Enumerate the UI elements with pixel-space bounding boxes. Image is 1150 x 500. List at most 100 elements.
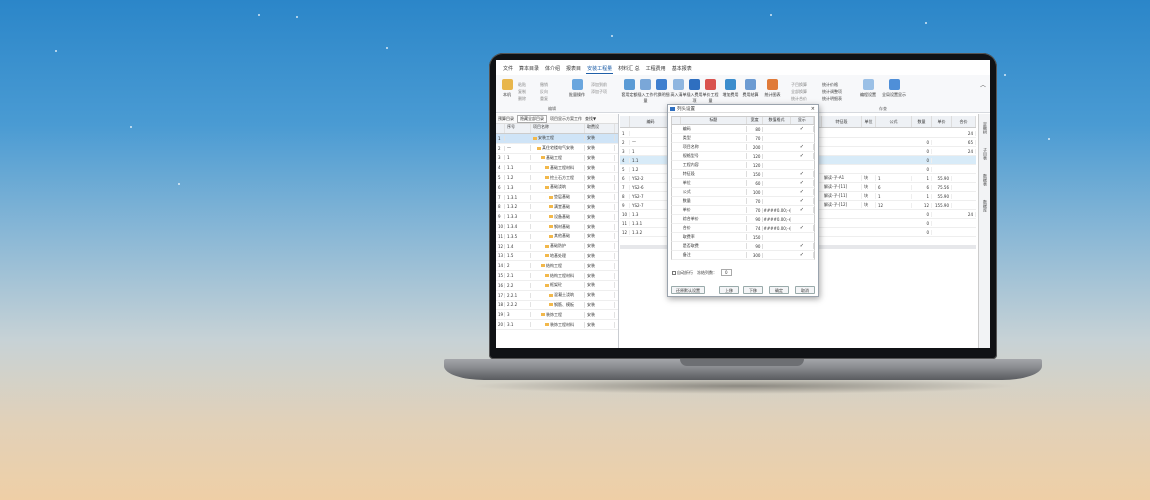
- tree-row[interactable]: 17 2.2.1 混凝土浇筑 安装: [496, 291, 618, 301]
- add-child-button[interactable]: 添加子项: [591, 88, 607, 95]
- copy-button[interactable]: 复制: [518, 88, 526, 95]
- column-width[interactable]: 70: [747, 198, 764, 204]
- column-title[interactable]: 取费率: [681, 234, 747, 240]
- menu-item[interactable]: 文件: [502, 65, 514, 74]
- redo-button[interactable]: 重复: [540, 95, 548, 102]
- column-setting-row[interactable]: 公式 100 ✓: [671, 188, 815, 197]
- close-icon[interactable]: ×: [811, 106, 815, 112]
- side-tab[interactable]: 子目表: [982, 148, 988, 160]
- menu-item[interactable]: 体介绍: [544, 65, 561, 74]
- show-checkbox[interactable]: ✓: [791, 189, 815, 195]
- column-title[interactable]: 备注: [681, 252, 747, 258]
- column-setting-row[interactable]: 工程内容 120: [671, 161, 815, 170]
- column-title[interactable]: 公式: [681, 189, 747, 195]
- tree-row[interactable]: 14 2 结构工程 安装: [496, 261, 618, 272]
- column-setting-row[interactable]: 规格型号 120 ✓: [671, 152, 815, 161]
- tree-row[interactable]: 7 1.3.1 垫层基础 安装: [496, 193, 618, 203]
- show-checkbox[interactable]: ✓: [791, 243, 815, 249]
- all-convert-button[interactable]: 全部换算: [791, 88, 807, 95]
- tree-row[interactable]: 2 一 某住宅楼电气安装 安装: [496, 144, 618, 154]
- reverse-button[interactable]: 反向: [540, 88, 548, 95]
- column-setting-row[interactable]: 特征段 150 ✓: [671, 170, 815, 179]
- column-width[interactable]: 70: [747, 207, 764, 213]
- column-width[interactable]: 200: [747, 144, 764, 150]
- total-price-button[interactable]: 统计合价: [791, 95, 807, 102]
- column-setting-row[interactable]: 取费率 150: [671, 233, 815, 242]
- menu-item[interactable]: 基本报表: [671, 65, 693, 74]
- program-settings-button[interactable]: 编程设置: [858, 79, 878, 98]
- stat-adjust-button[interactable]: 统计调整项: [822, 88, 842, 95]
- tree-row[interactable]: 16 2.2 框架砼 安装: [496, 281, 618, 291]
- menu-item[interactable]: 安装工程量: [586, 65, 614, 74]
- tree-row[interactable]: 20 3.1 装饰工程材料 安装: [496, 320, 618, 330]
- ribbon-tool-button[interactable]: 增加费用: [722, 79, 739, 98]
- catalog-filter-select[interactable]: 隐藏全部目录: [517, 114, 547, 123]
- column-width[interactable]: 120: [747, 162, 764, 168]
- column-width[interactable]: 74: [747, 225, 764, 231]
- tree-row[interactable]: 8 1.3.2 满堂基础 安装: [496, 203, 618, 213]
- column-width[interactable]: 100: [747, 189, 764, 195]
- freeze-columns-stepper[interactable]: 0: [721, 269, 732, 276]
- column-width[interactable]: 70: [747, 135, 764, 141]
- show-checkbox[interactable]: ✓: [791, 180, 815, 186]
- menu-item[interactable]: 材料汇 总: [617, 65, 641, 74]
- column-title[interactable]: 规格型号: [681, 153, 747, 159]
- show-checkbox[interactable]: ✓: [791, 126, 815, 132]
- ribbon-tool-button[interactable]: 套用定额: [621, 79, 638, 98]
- column-setting-row[interactable]: 单位 60 ✓: [671, 179, 815, 188]
- ribbon-tool-button[interactable]: 高入清单: [670, 79, 687, 98]
- tree-row[interactable]: 11 1.3.5 其他基础 安装: [496, 232, 618, 242]
- tree-row[interactable]: 15 2.1 结构工程材料 安装: [496, 271, 618, 281]
- column-title[interactable]: 数量: [681, 198, 747, 204]
- global-settings-button[interactable]: 全局设置显示: [880, 79, 908, 98]
- column-title[interactable]: 工程内容: [681, 162, 747, 168]
- column-title[interactable]: 是否取费: [681, 243, 747, 249]
- menu-item[interactable]: 算本目录: [518, 65, 540, 74]
- display-scheme-label[interactable]: 项目显示方案工作: [550, 116, 582, 122]
- column-width[interactable]: 80: [747, 126, 764, 132]
- column-width[interactable]: 150: [747, 234, 764, 240]
- column-width[interactable]: 300: [747, 252, 764, 258]
- side-tab[interactable]: 定额树: [982, 122, 988, 134]
- show-checkbox[interactable]: ✓: [791, 225, 815, 231]
- ribbon-tool-button[interactable]: 单价工程量: [702, 79, 719, 104]
- column-width[interactable]: 120: [747, 153, 764, 159]
- tree-row[interactable]: 9 1.3.3 设备基础 安装: [496, 212, 618, 223]
- show-checkbox[interactable]: ✓: [791, 171, 815, 177]
- ok-button[interactable]: 确定: [769, 286, 789, 294]
- column-title[interactable]: 类型: [681, 135, 747, 141]
- batch-button[interactable]: 批量操作: [566, 79, 588, 98]
- show-checkbox[interactable]: ✓: [791, 153, 815, 159]
- ribbon-tool-button[interactable]: 插入工作量: [637, 79, 654, 104]
- column-title[interactable]: 合价: [681, 225, 747, 231]
- column-title[interactable]: 单位: [681, 180, 747, 186]
- column-setting-row[interactable]: 项目名称 200 ✓: [671, 143, 815, 152]
- tree-row[interactable]: 5 1.2 挖土石方工程 安装: [496, 173, 618, 183]
- menu-item[interactable]: 报表目: [565, 65, 582, 74]
- move-down-button[interactable]: 下移: [743, 286, 763, 294]
- tree-row[interactable]: 4 1.1 基础工程材料 安装: [496, 163, 618, 174]
- column-setting-row[interactable]: 合价 74 ####0.00;-# ✓: [671, 224, 815, 233]
- column-setting-row[interactable]: 备注 300 ✓: [671, 251, 815, 260]
- sub-convert-button[interactable]: 子目换算: [791, 81, 807, 88]
- column-title[interactable]: 单价: [681, 207, 747, 213]
- column-setting-row[interactable]: 数量 70 ✓: [671, 197, 815, 206]
- column-title[interactable]: 项目名称: [681, 144, 747, 150]
- column-setting-row[interactable]: 综合单价 90 ####0.00;-#: [671, 215, 815, 224]
- column-title[interactable]: 编码: [681, 126, 747, 132]
- show-checkbox[interactable]: ✓: [791, 207, 815, 213]
- tree-row[interactable]: 18 2.2.2 钢筋、模板 安装: [496, 301, 618, 311]
- insert-before-button[interactable]: 添加到前: [591, 81, 607, 88]
- column-setting-row[interactable]: 是否取费 90 ✓: [671, 242, 815, 251]
- show-checkbox[interactable]: ✓: [791, 144, 815, 150]
- menu-item[interactable]: 工程费用: [645, 65, 667, 74]
- side-tab[interactable]: 数据库: [982, 200, 988, 212]
- tree-row[interactable]: 13 1.5 地基处理 安装: [496, 252, 618, 262]
- ribbon-tool-button[interactable]: 代换明细: [653, 79, 670, 98]
- column-width[interactable]: 90: [747, 216, 764, 222]
- ribbon-tool-button[interactable]: 费用结算: [742, 79, 759, 98]
- stat-detail-button[interactable]: 统计明细表: [822, 95, 842, 102]
- column-width[interactable]: 90: [747, 243, 764, 249]
- local-button[interactable]: 本机: [500, 79, 514, 98]
- column-title[interactable]: 综合单价: [681, 216, 747, 222]
